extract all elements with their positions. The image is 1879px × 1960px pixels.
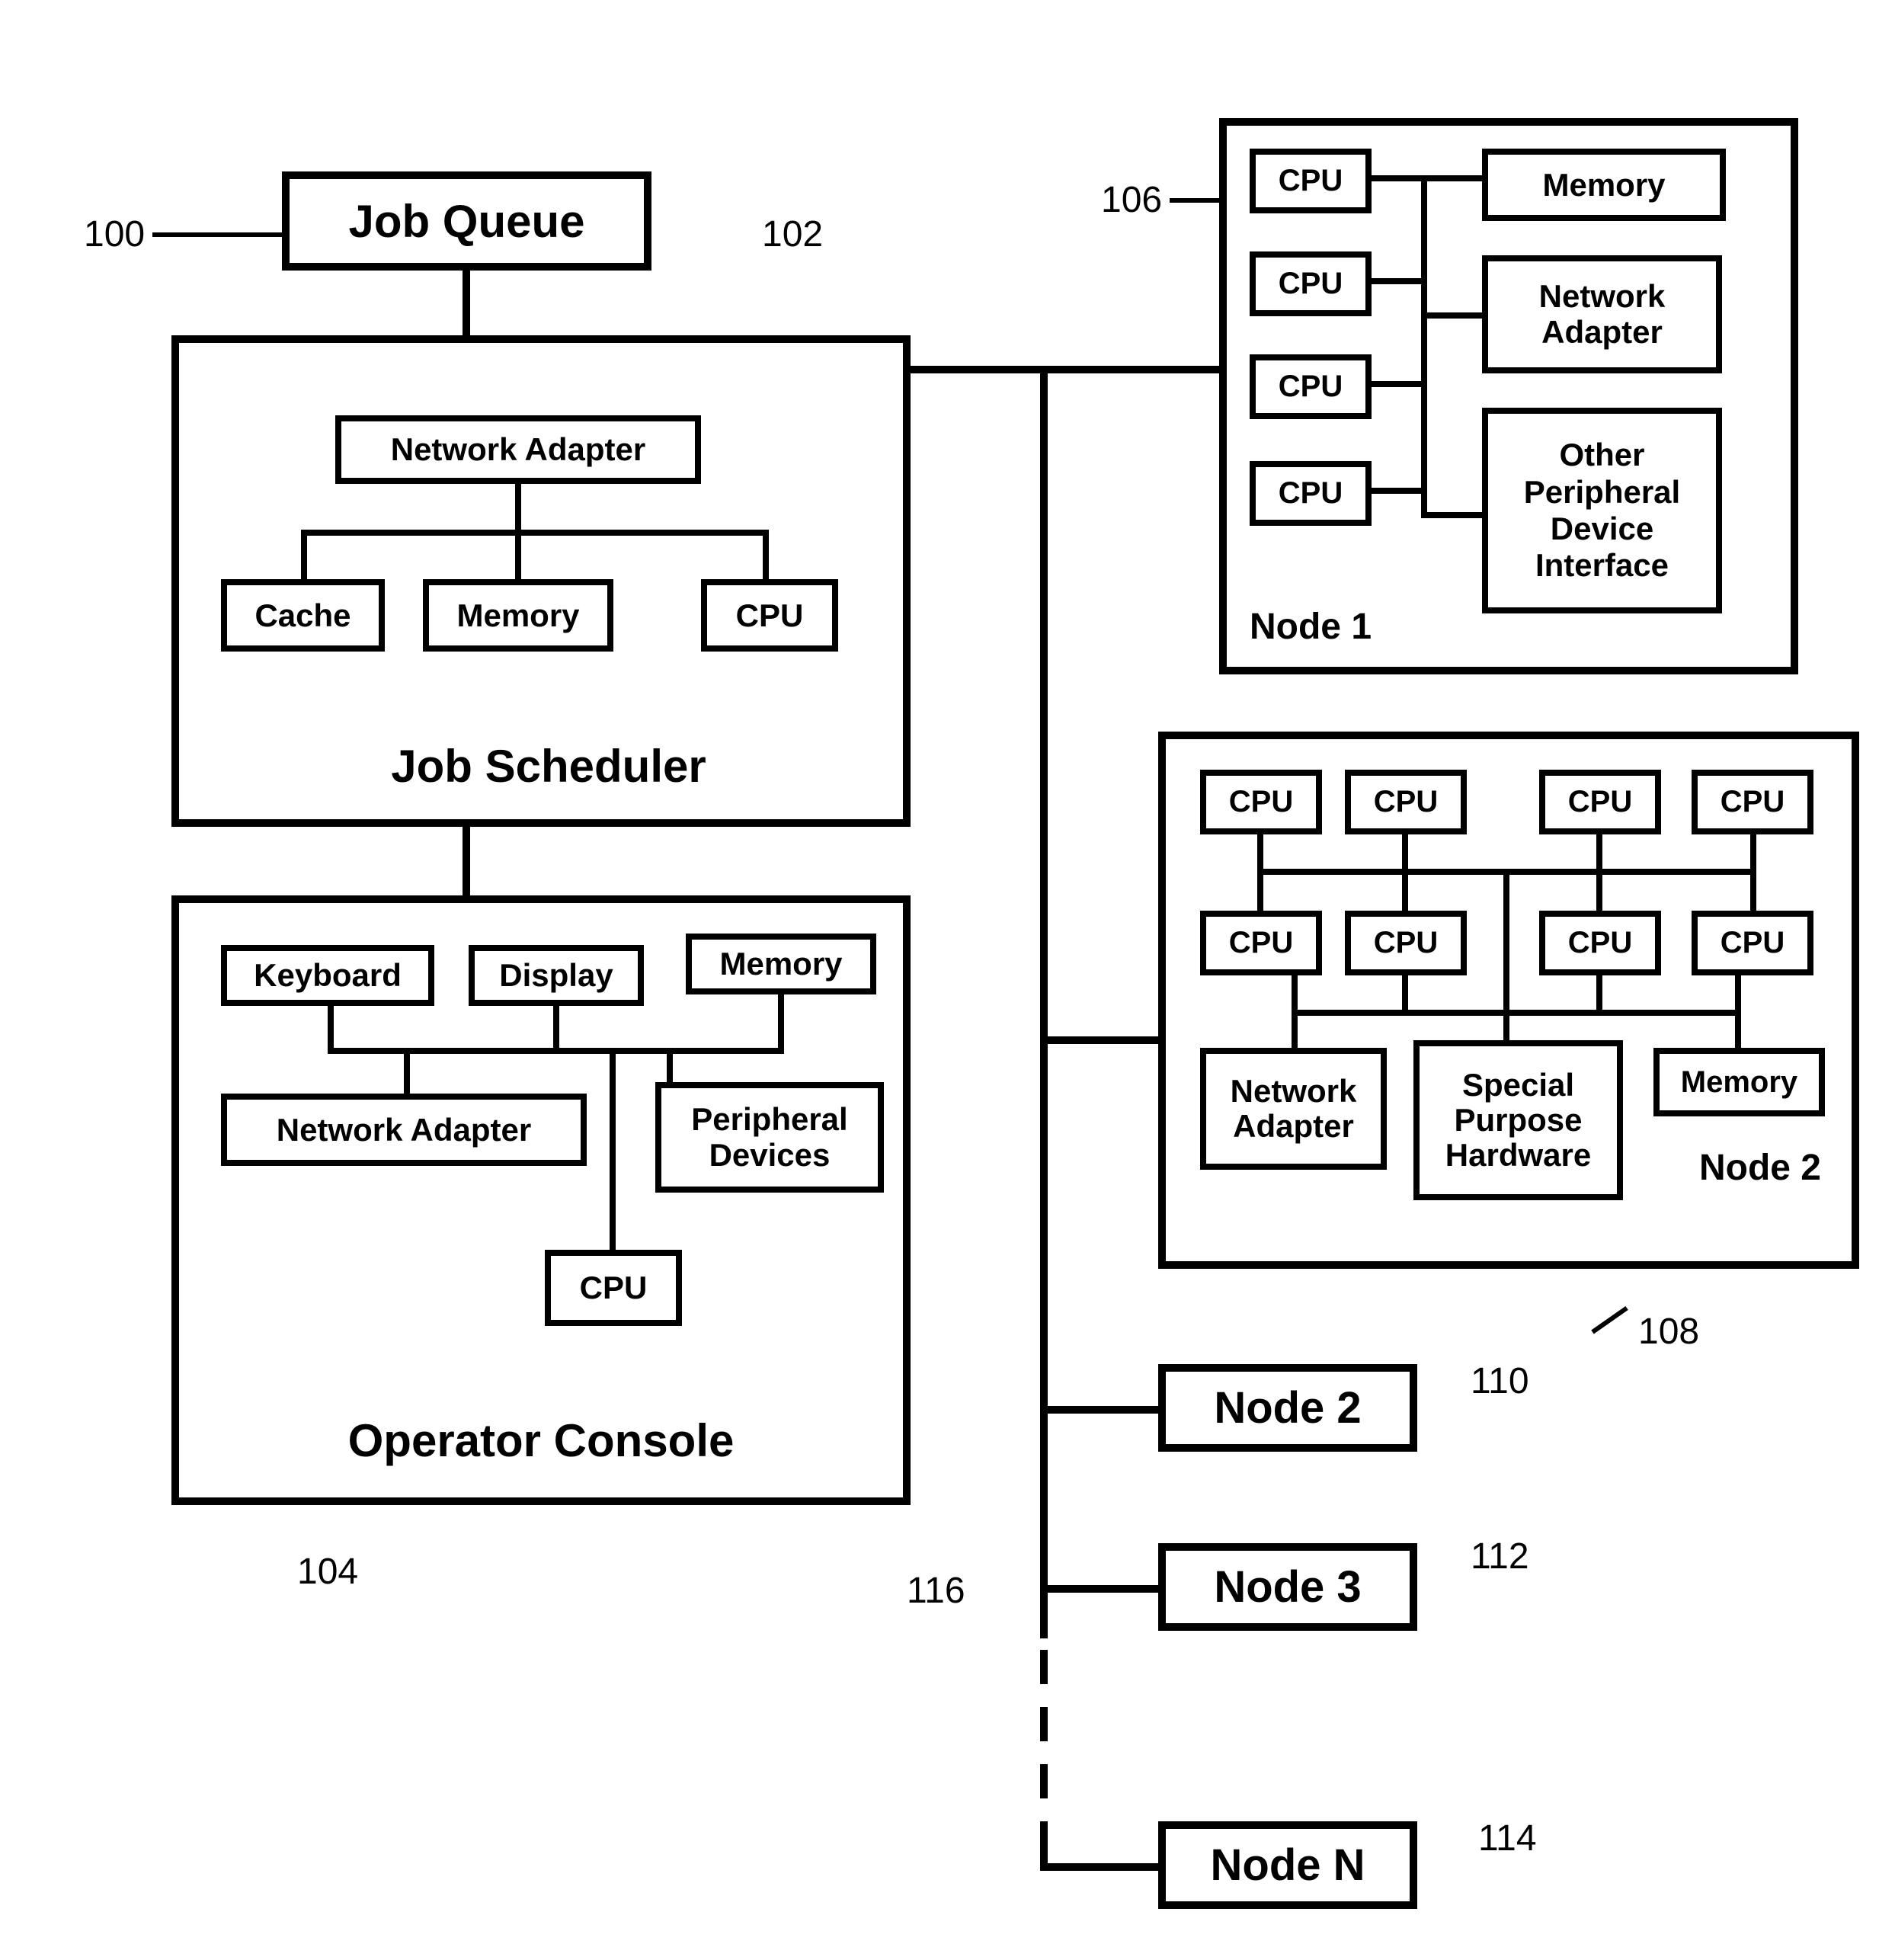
js-line-v2 [515,530,521,583]
n2-v3 [1596,834,1602,911]
n2-memory: Memory [1653,1048,1825,1116]
oc-display: Display [469,945,644,1006]
leader-100 [152,232,282,237]
oc-v4 [404,1048,410,1094]
n2-v1 [1257,834,1263,911]
oc-v1 [328,1006,334,1052]
node3-label: Node 3 [1214,1561,1361,1613]
n2-cpu-2: CPU [1345,770,1467,834]
n2-hbus2 [1292,1010,1741,1016]
n2-v8 [1596,975,1602,1014]
n2-v4 [1750,834,1756,911]
n1-network-adapter: Network Adapter [1482,255,1722,373]
n1-h2b [1421,312,1482,319]
diagram-canvas: 100 102 104 106 108 110 112 114 116 Job … [0,0,1879,1960]
ref-114: 114 [1478,1817,1537,1859]
n1-h1 [1372,175,1482,181]
ref-110: 110 [1471,1360,1529,1402]
n1-cpu-1: CPU [1250,149,1372,213]
conn-bus-n3 [1040,1585,1158,1593]
ref-100: 100 [84,213,145,255]
bus-dash-2 [1040,1707,1048,1741]
n2-cpu-8: CPU [1692,911,1813,975]
ref-106: 106 [1101,179,1162,221]
oc-network-adapter: Network Adapter [221,1094,587,1166]
n2-special: Special Purpose Hardware [1413,1040,1623,1200]
conn-bus-n2big [1040,1036,1158,1044]
n1-h2a [1372,278,1425,284]
noden-box: Node N [1158,1821,1417,1909]
node2-small-box: Node 2 [1158,1364,1417,1452]
n1-cpu-4: CPU [1250,461,1372,526]
oc-cpu: CPU [545,1250,682,1326]
node3-box: Node 3 [1158,1543,1417,1631]
js-line-h [301,530,769,536]
node2-small-label: Node 2 [1214,1382,1361,1433]
conn-bus-n1 [1040,366,1219,373]
node2-big-title: Node 2 [1699,1147,1821,1189]
noden-label: Node N [1211,1840,1365,1891]
conn-js-oc [463,827,470,899]
n2-cpu-7: CPU [1539,911,1661,975]
n2-cpu-1: CPU [1200,770,1322,834]
n1-cpu-2: CPU [1250,251,1372,316]
oc-title: Operator Console [297,1414,785,1467]
js-line-v1 [301,530,307,583]
oc-v6 [610,1048,616,1250]
node2-big-box: Node 2 CPU CPU CPU CPU CPU CPU CPU CPU N… [1158,732,1859,1269]
ref-102: 102 [762,213,823,255]
n2-network-adapter: Network Adapter [1200,1048,1387,1170]
n1-memory: Memory [1482,149,1726,221]
n2-v6 [1735,975,1741,1048]
conn-bus-nn [1040,1863,1158,1871]
n1-h4b [1421,512,1482,518]
ref-104: 104 [297,1551,358,1593]
oc-v5 [667,1048,673,1082]
n2-v2 [1402,834,1408,911]
oc-v3 [778,994,784,1052]
n2-cpu-5: CPU [1200,911,1322,975]
conn-bus-n2s [1040,1406,1158,1414]
ref-108: 108 [1638,1311,1699,1353]
js-network-adapter: Network Adapter [335,415,701,484]
job-queue-label: Job Queue [348,195,584,248]
operator-console-box: Operator Console Keyboard Display Memory… [171,895,911,1505]
n2-cpu-3: CPU [1539,770,1661,834]
n2-cpu-6: CPU [1345,911,1467,975]
n2-v5 [1292,975,1298,1048]
oc-peripheral: Peripheral Devices [655,1082,884,1193]
job-scheduler-title: Job Scheduler [351,740,747,793]
js-cache: Cache [221,579,385,652]
leader-106 [1170,198,1219,203]
ref-112: 112 [1471,1536,1529,1577]
n1-cpu-3: CPU [1250,354,1372,419]
js-line-v3 [763,530,769,583]
job-scheduler-box: Job Scheduler Network Adapter Cache Memo… [171,335,911,827]
conn-jq-js [463,271,470,339]
oc-memory: Memory [686,934,876,994]
job-queue-box: Job Queue [282,171,651,271]
bus-dash-3 [1040,1764,1048,1798]
node1-box: Node 1 CPU CPU CPU CPU Memory Network Ad… [1219,118,1798,674]
conn-js-bus [911,366,1048,373]
n2-cpu-4: CPU [1692,770,1813,834]
node1-title: Node 1 [1250,606,1372,648]
n1-other: Other Peripheral Device Interface [1482,408,1722,613]
js-cpu: CPU [701,579,838,652]
n1-vbus [1421,175,1427,518]
oc-v2 [553,1006,559,1052]
n1-h3 [1372,381,1425,387]
js-memory: Memory [423,579,613,652]
n1-h4a [1372,488,1425,494]
n2-v7 [1402,975,1408,1014]
oc-keyboard: Keyboard [221,945,434,1006]
js-line-v [515,484,521,530]
ref-116: 116 [907,1570,965,1612]
bus-dash-1 [1040,1650,1048,1684]
leader-108 [1591,1306,1628,1334]
oc-h1 [328,1048,784,1054]
